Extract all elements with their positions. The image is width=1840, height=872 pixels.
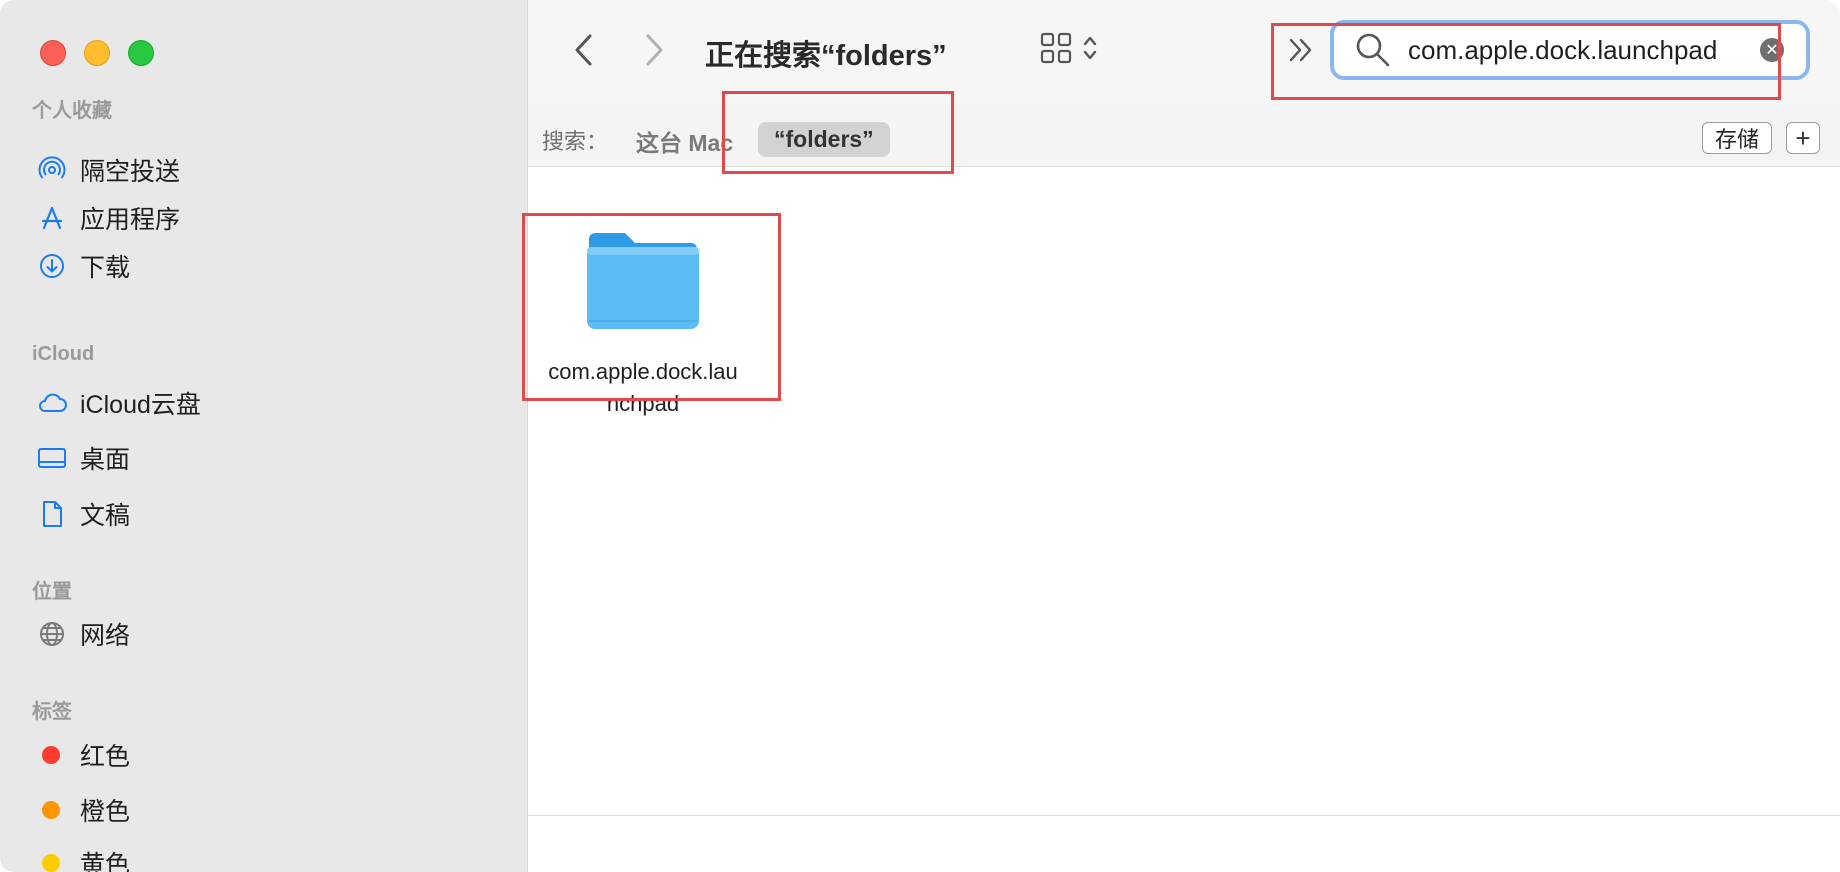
sidebar-item-label: 下载 xyxy=(80,254,131,282)
clear-search-icon[interactable]: ✕ xyxy=(1760,38,1784,62)
scope-this-mac[interactable]: 这台 Mac xyxy=(636,124,733,158)
sidebar-item-applications[interactable]: 应用程序 xyxy=(36,198,180,238)
search-field[interactable]: ✕ xyxy=(1330,20,1810,80)
double-chevron-right-icon xyxy=(1289,38,1312,62)
save-search-button[interactable]: 存储 xyxy=(1702,122,1773,154)
back-button[interactable] xyxy=(564,30,604,70)
sidebar-item-label: 红色 xyxy=(80,743,131,771)
result-item-name: com.apple.dock.launchpad xyxy=(548,359,738,416)
sidebar-item-tag-red[interactable]: 红色 xyxy=(36,735,130,775)
desktop-icon xyxy=(36,442,68,474)
close-button[interactable] xyxy=(40,40,66,66)
sidebar-section-tags: 标签 xyxy=(32,701,72,723)
red-tag-icon xyxy=(42,746,60,764)
sidebar-item-tag-yellow[interactable]: 黄色 xyxy=(36,843,130,872)
search-token[interactable]: “folders” xyxy=(758,122,890,157)
toolbar-overflow-button[interactable] xyxy=(1286,36,1316,69)
add-criteria-button[interactable]: + xyxy=(1786,122,1820,154)
sidebar-item-icloud-drive[interactable]: iCloud云盘 xyxy=(36,383,201,423)
sidebar-item-label: 文稿 xyxy=(80,502,131,530)
forward-button[interactable] xyxy=(634,30,674,70)
sidebar-item-label: 网络 xyxy=(80,622,131,650)
zoom-button[interactable] xyxy=(128,40,154,66)
sidebar-item-documents[interactable]: 文稿 xyxy=(36,494,130,534)
icloud-drive-icon xyxy=(36,387,68,419)
sidebar-section-icloud: iCloud xyxy=(32,343,95,365)
minimize-button[interactable] xyxy=(84,40,110,66)
sidebar-item-tag-orange[interactable]: 橙色 xyxy=(36,790,130,830)
sidebar-item-network[interactable]: 网络 xyxy=(36,614,130,654)
sidebar-item-label: 应用程序 xyxy=(80,206,181,234)
applications-icon xyxy=(36,202,68,234)
sidebar-item-label: 隔空投送 xyxy=(80,158,181,186)
sidebar-item-label: 桌面 xyxy=(80,446,131,474)
sidebar-item-label: iCloud云盘 xyxy=(80,391,201,419)
sidebar-item-airdrop[interactable]: 隔空投送 xyxy=(36,150,180,190)
sidebar-item-label: 黄色 xyxy=(80,851,131,872)
document-icon xyxy=(36,498,68,530)
finder-window: 个人收藏 隔空投送 应用程序 下载 iCloud iCloud云盘 桌面 文稿 … xyxy=(0,0,1840,872)
sidebar-item-downloads[interactable]: 下载 xyxy=(36,246,130,286)
window-controls xyxy=(40,40,154,66)
search-scope-bar: 搜索： 这台 Mac “folders” 存储 + xyxy=(528,104,1840,167)
search-input[interactable] xyxy=(1406,33,1750,67)
result-item[interactable]: com.apple.dock.launchpad xyxy=(548,225,738,420)
folder-icon xyxy=(587,233,699,329)
chevron-updown-icon xyxy=(1083,36,1097,60)
sidebar-item-label: 橙色 xyxy=(80,798,131,826)
results-area: com.apple.dock.launchpad xyxy=(528,167,1840,815)
orange-tag-icon xyxy=(42,801,60,819)
downloads-icon xyxy=(36,250,68,282)
window-title: 正在搜索“folders” xyxy=(705,40,947,72)
airdrop-icon xyxy=(36,154,68,186)
sidebar: 个人收藏 隔空投送 应用程序 下载 iCloud iCloud云盘 桌面 文稿 … xyxy=(0,0,528,872)
chevron-left-icon xyxy=(575,34,592,66)
status-bar xyxy=(528,815,1840,872)
view-mode-button[interactable] xyxy=(1040,32,1098,64)
chevron-right-icon xyxy=(646,34,663,66)
scope-label: 搜索： xyxy=(542,129,609,154)
search-icon xyxy=(1356,33,1390,67)
network-icon xyxy=(36,618,68,650)
yellow-tag-icon xyxy=(42,854,60,872)
sidebar-section-locations: 位置 xyxy=(32,581,72,603)
sidebar-section-favorites: 个人收藏 xyxy=(32,100,112,122)
sidebar-item-desktop[interactable]: 桌面 xyxy=(36,438,130,478)
grid-view-icon xyxy=(1040,32,1072,64)
